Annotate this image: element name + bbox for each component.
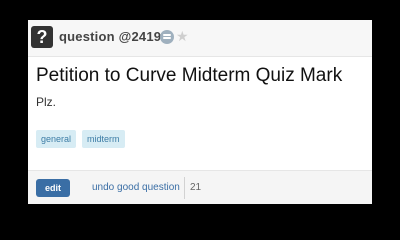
eye-icon[interactable]: [160, 30, 174, 44]
undo-good-question-link[interactable]: undo good question: [92, 182, 180, 193]
post-body: Plz.: [36, 95, 57, 109]
question-card: ? question @2419 ★ Petition to Curve Mid…: [28, 20, 372, 204]
question-mark-icon: ?: [31, 26, 53, 48]
question-number: question @2419: [59, 29, 162, 44]
star-icon[interactable]: ★: [176, 27, 189, 45]
tag-general[interactable]: general: [36, 130, 77, 148]
edit-button[interactable]: edit: [36, 179, 70, 197]
question-header: ? question @2419 ★: [28, 20, 372, 57]
action-bar: edit undo good question 21: [28, 170, 372, 204]
tag-midterm[interactable]: midterm: [82, 130, 125, 148]
good-question-count: 21: [190, 182, 202, 193]
post-title: Petition to Curve Midterm Quiz Mark: [36, 65, 343, 86]
divider: [184, 177, 185, 199]
